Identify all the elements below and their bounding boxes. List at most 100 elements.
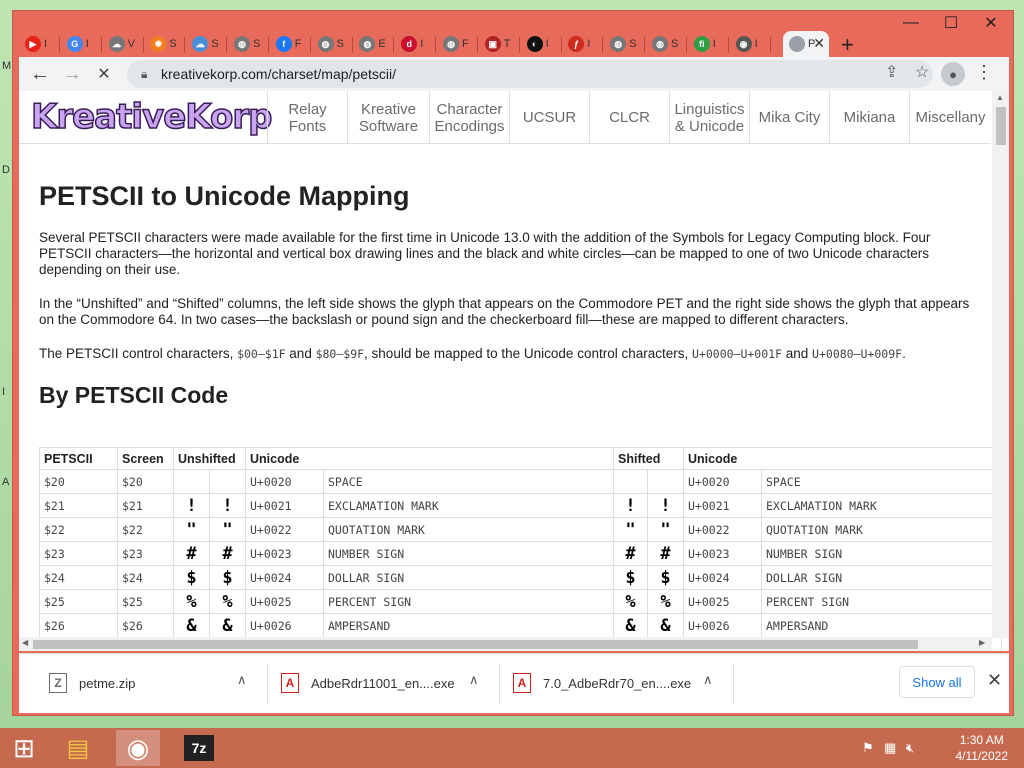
browser-tab[interactable]: ◍ S — [604, 31, 642, 57]
zip-file-icon: Z — [49, 673, 67, 693]
browser-tab[interactable]: ◍ S — [646, 31, 684, 57]
site-nav-item[interactable]: Character Encodings — [429, 91, 509, 144]
tab-title: V — [127, 38, 135, 50]
download-filename: AdbeRdr11001_en....exe — [311, 675, 455, 691]
lock-icon: 🔒︎ — [141, 66, 148, 81]
scroll-left-icon[interactable]: ◀ — [22, 638, 28, 647]
chevron-up-icon[interactable]: ∧ — [469, 672, 479, 688]
table-cell: U+0024 — [245, 565, 324, 590]
scroll-right-icon[interactable]: ▶ — [979, 638, 985, 647]
maximize-button[interactable]: ☐ — [931, 11, 971, 35]
flash-icon: ƒ — [568, 36, 585, 52]
scrollbar-thumb[interactable] — [33, 640, 918, 649]
site-nav-item[interactable]: UCSUR — [509, 91, 589, 144]
chevron-up-icon[interactable]: ∧ — [703, 672, 713, 688]
browser-tab[interactable]: fF — [270, 31, 308, 57]
table-cell: $20 — [39, 469, 118, 494]
back-button[interactable]: ← — [27, 61, 53, 87]
volume-muted-icon[interactable]: 🔇︎ — [906, 740, 914, 756]
browser-tab[interactable]: dI — [395, 31, 433, 57]
new-tab-button[interactable]: + — [841, 32, 854, 58]
download-item[interactable]: Zpetme.zip — [49, 668, 135, 698]
browser-tab[interactable]: ◉ I — [730, 31, 768, 57]
tab-close-icon[interactable]: ✕ — [813, 35, 825, 52]
menu-kebab-icon[interactable]: ⋮ — [975, 62, 993, 83]
table-cell: % — [613, 589, 648, 614]
browser-tab[interactable]: ◍ F — [437, 31, 475, 57]
browser-tab[interactable]: ✹ S — [144, 31, 182, 57]
address-bar[interactable]: 🔒︎ kreativekorp.com/charset/map/petscii/ — [127, 60, 933, 88]
table-cell: U+0023 — [683, 541, 762, 566]
browser-tab[interactable]: fi I — [688, 31, 726, 57]
share-icon[interactable]: ⇪ — [885, 62, 898, 82]
minimize-button[interactable]: — — [891, 11, 931, 35]
table-cell: $24 — [117, 565, 174, 590]
table-cell: NUMBER SIGN — [323, 541, 614, 566]
site-logo[interactable]: KreativeKorp — [30, 96, 273, 138]
browser-tab[interactable]: ◐ I — [521, 31, 559, 57]
tab-title: F — [294, 38, 302, 50]
action-center-flag-icon[interactable]: ⚑ — [862, 740, 874, 756]
stop-loading-button[interactable]: ✕ — [91, 61, 117, 87]
desktop-icon-label: A — [2, 476, 10, 488]
7zip-icon[interactable]: 7z — [184, 735, 214, 761]
site-nav-item[interactable]: Mikiana — [829, 91, 909, 144]
browser-tab[interactable]: ◍ S — [228, 31, 266, 57]
browser-tab-active[interactable]: P ✕ — [783, 31, 829, 57]
table-cell: U+0026 — [683, 613, 762, 638]
table-cell: QUOTATION MARK — [761, 517, 1002, 542]
scrollbar-thumb[interactable] — [996, 107, 1006, 145]
tab-strip: ▶ I G I ☁ V ✹ S ☁ S ◍ Sf F ◍ S ◍ Ed I ◍ F ▣ T ◐ Iƒ I ◍ S ◍ Sfi I ◉ I P ✕ + — [19, 19, 1009, 57]
adobe-reader-icon: A — [281, 673, 299, 693]
table-cell — [613, 469, 648, 494]
system-tray: ⚑ ▦ 🔇︎ 1:30 AM 4/11/2022 — [854, 728, 1024, 768]
table-cell: U+0020 — [245, 469, 324, 494]
flag-icon: ▣ — [484, 36, 501, 52]
browser-tab[interactable]: ▣ T — [479, 31, 517, 57]
table-row: $23 $23 # # U+0023 NUMBER SIGN # # U+0023 NUMBER … — [39, 541, 1002, 566]
tab-title: S — [629, 38, 637, 50]
browser-tab[interactable]: ☁ S — [186, 31, 224, 57]
site-nav-item[interactable]: Mika City — [749, 91, 829, 144]
file-explorer-icon[interactable]: ▤ — [56, 730, 100, 766]
table-cell: % — [647, 589, 684, 614]
facebook-icon: f — [275, 36, 292, 52]
table-cell — [647, 469, 684, 494]
browser-toolbar: ← → ✕ 🔒︎ kreativekorp.com/charset/map/pe… — [19, 57, 1009, 91]
show-all-downloads-button[interactable]: Show all — [899, 666, 975, 698]
site-nav-item[interactable]: Kreative Software — [347, 91, 429, 144]
browser-tab[interactable]: ◍ S — [312, 31, 350, 57]
network-icon[interactable]: ▦ — [884, 740, 896, 756]
google-icon: G — [66, 36, 83, 52]
close-downloads-bar-icon[interactable]: ✕ — [987, 670, 1002, 691]
browser-tab[interactable]: ☁ V — [103, 31, 141, 57]
site-nav-item[interactable]: CLCR — [589, 91, 669, 144]
horizontal-scrollbar[interactable]: ◀ ▶ — [19, 637, 992, 651]
table-cell: EXCLAMATION MARK — [323, 493, 614, 518]
chrome-icon[interactable]: ◉ — [116, 730, 160, 766]
browser-tab[interactable]: ƒI — [562, 31, 600, 57]
chevron-up-icon[interactable]: ∧ — [237, 672, 247, 688]
download-item[interactable]: A AdbeRdr11001_en....exe — [281, 668, 455, 698]
table-row: $20 $20 U+0020 SPACE U+0020 SPACE — [39, 469, 1002, 494]
scroll-up-icon[interactable]: ▲ — [996, 93, 1004, 102]
browser-tab[interactable]: ◍ E — [353, 31, 391, 57]
system-clock[interactable]: 1:30 AM 4/11/2022 — [956, 732, 1009, 764]
table-cell: % — [173, 589, 210, 614]
site-nav-item[interactable]: Relay Fonts — [267, 91, 347, 144]
bookmark-star-icon[interactable]: ☆ — [915, 62, 929, 82]
download-item[interactable]: A 7.0_AdbeRdr70_en....exe — [513, 668, 691, 698]
download-separator — [499, 664, 500, 704]
forward-button[interactable]: → — [59, 61, 85, 87]
table-cell: $ — [613, 565, 648, 590]
close-window-button[interactable]: ✕ — [971, 11, 1011, 35]
vertical-scrollbar[interactable]: ▲ — [992, 91, 1009, 638]
start-button-icon[interactable]: ⊞ — [2, 730, 46, 766]
tab-title: I — [44, 38, 48, 50]
browser-tab[interactable]: ▶ I — [19, 31, 57, 57]
site-nav-item[interactable]: Miscellany — [909, 91, 991, 144]
site-nav-item[interactable]: Linguistics & Unicode — [669, 91, 749, 144]
circle-logo-icon: ◐ — [526, 36, 543, 52]
browser-tab[interactable]: GI — [61, 31, 99, 57]
profile-avatar-icon[interactable]: ● — [941, 62, 965, 86]
